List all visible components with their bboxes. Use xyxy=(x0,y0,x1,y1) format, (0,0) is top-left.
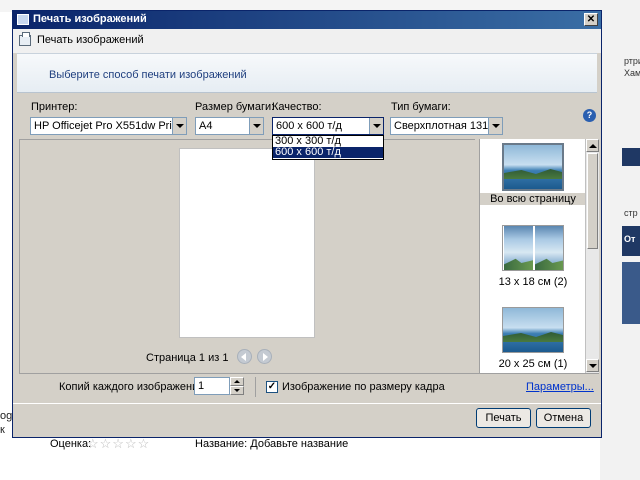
printer-select[interactable]: HP Officejet Pro X551dw Printer P xyxy=(30,117,187,135)
background-text-fragment: Хамс xyxy=(624,68,640,78)
paper-type-label: Тип бумаги: xyxy=(391,101,451,113)
layout-thumbnail-full-page[interactable] xyxy=(502,143,564,191)
printer-select-value: HP Officejet Pro X551dw Printer P xyxy=(34,120,186,132)
paper-type-value: Сверхплотная 131-175 xyxy=(394,120,502,132)
layout-label: 13 x 18 см (2) xyxy=(498,276,568,288)
subheader-title: Печать изображений xyxy=(37,34,144,46)
layout-thumbnail-20x25[interactable] xyxy=(502,307,564,353)
scroll-up-icon[interactable] xyxy=(586,139,599,152)
chevron-down-icon[interactable] xyxy=(249,118,263,134)
dialog-subheader: Печать изображений xyxy=(13,29,601,53)
page-indicator: Страница 1 из 1 xyxy=(146,352,229,364)
quality-select[interactable]: 600 x 600 т/д xyxy=(272,117,384,135)
background-blue-block xyxy=(622,262,640,324)
close-button[interactable]: ✕ xyxy=(584,13,598,26)
background-text-fragment: От xyxy=(624,234,636,244)
divider xyxy=(255,377,256,397)
layout-scrollbar[interactable] xyxy=(585,139,599,373)
previous-page-button[interactable] xyxy=(237,349,252,364)
quality-option-selected[interactable]: 600 x 600 т/д xyxy=(273,147,383,158)
chevron-down-icon[interactable] xyxy=(369,118,383,134)
instruction-banner: Выберите способ печати изображений xyxy=(17,53,597,93)
quality-label: Качество: xyxy=(272,101,322,113)
background-text-fragment: стр xyxy=(624,208,638,218)
chevron-down-icon[interactable] xyxy=(488,118,502,134)
rating-stars[interactable]: ☆☆☆☆☆ xyxy=(87,436,150,452)
background-navy-bar xyxy=(622,148,640,166)
layout-label: 20 x 25 см (1) xyxy=(498,358,568,370)
help-icon[interactable]: ? xyxy=(583,109,596,122)
quality-dropdown-list: 300 x 300 т/д 600 x 600 т/д xyxy=(272,135,384,160)
copies-label: Копий каждого изображения: xyxy=(59,381,208,393)
stepper-down-icon[interactable] xyxy=(230,386,244,395)
layout-thumbnail-13x18[interactable] xyxy=(502,225,564,271)
background-text-fragment: og xyxy=(0,410,13,422)
printer-icon xyxy=(17,14,29,25)
printer-label: Принтер: xyxy=(31,101,78,113)
instruction-text: Выберите способ печати изображений xyxy=(49,69,247,81)
cancel-button[interactable]: Отмена xyxy=(536,408,591,428)
background-footer: Оценка: ☆☆☆☆☆ Название: Добавьте названи… xyxy=(0,436,600,480)
printer-icon xyxy=(19,32,31,46)
fit-to-frame-checkbox[interactable]: ✓ xyxy=(266,381,278,393)
quality-value: 600 x 600 т/д xyxy=(276,120,342,132)
paper-type-select[interactable]: Сверхплотная 131-175 xyxy=(390,117,503,135)
print-button[interactable]: Печать xyxy=(476,408,531,428)
title-label[interactable]: Название: Добавьте название xyxy=(195,438,348,450)
dialog-titlebar[interactable]: Печать изображений ✕ xyxy=(13,11,601,29)
scroll-down-icon[interactable] xyxy=(586,359,599,372)
chevron-down-icon[interactable] xyxy=(172,118,186,134)
options-link[interactable]: Параметры... xyxy=(526,381,594,393)
dialog-title: Печать изображений xyxy=(33,13,147,25)
paper-size-label: Размер бумаги: xyxy=(195,101,275,113)
stepper-up-icon[interactable] xyxy=(230,377,244,386)
next-page-button[interactable] xyxy=(257,349,272,364)
copies-stepper[interactable] xyxy=(230,377,244,395)
rating-label: Оценка: xyxy=(50,438,92,450)
layout-label: Во всю страницу xyxy=(480,193,586,205)
background-text-fragment: к xyxy=(0,424,5,436)
background-right-panel: ртрид Хамс стр От xyxy=(600,0,640,480)
fit-to-frame-label[interactable]: Изображение по размеру кадра xyxy=(282,381,445,393)
paper-size-select[interactable]: A4 xyxy=(195,117,264,135)
copies-input[interactable]: 1 xyxy=(194,377,230,395)
print-preview-page xyxy=(179,148,315,338)
background-text-fragment: ртрид xyxy=(624,56,640,66)
scrollbar-thumb[interactable] xyxy=(587,153,598,249)
print-pictures-dialog: Печать изображений ✕ Печать изображений … xyxy=(12,10,602,438)
layout-list: Во всю страницу 13 x 18 см (2) 20 x 25 с… xyxy=(479,139,599,373)
